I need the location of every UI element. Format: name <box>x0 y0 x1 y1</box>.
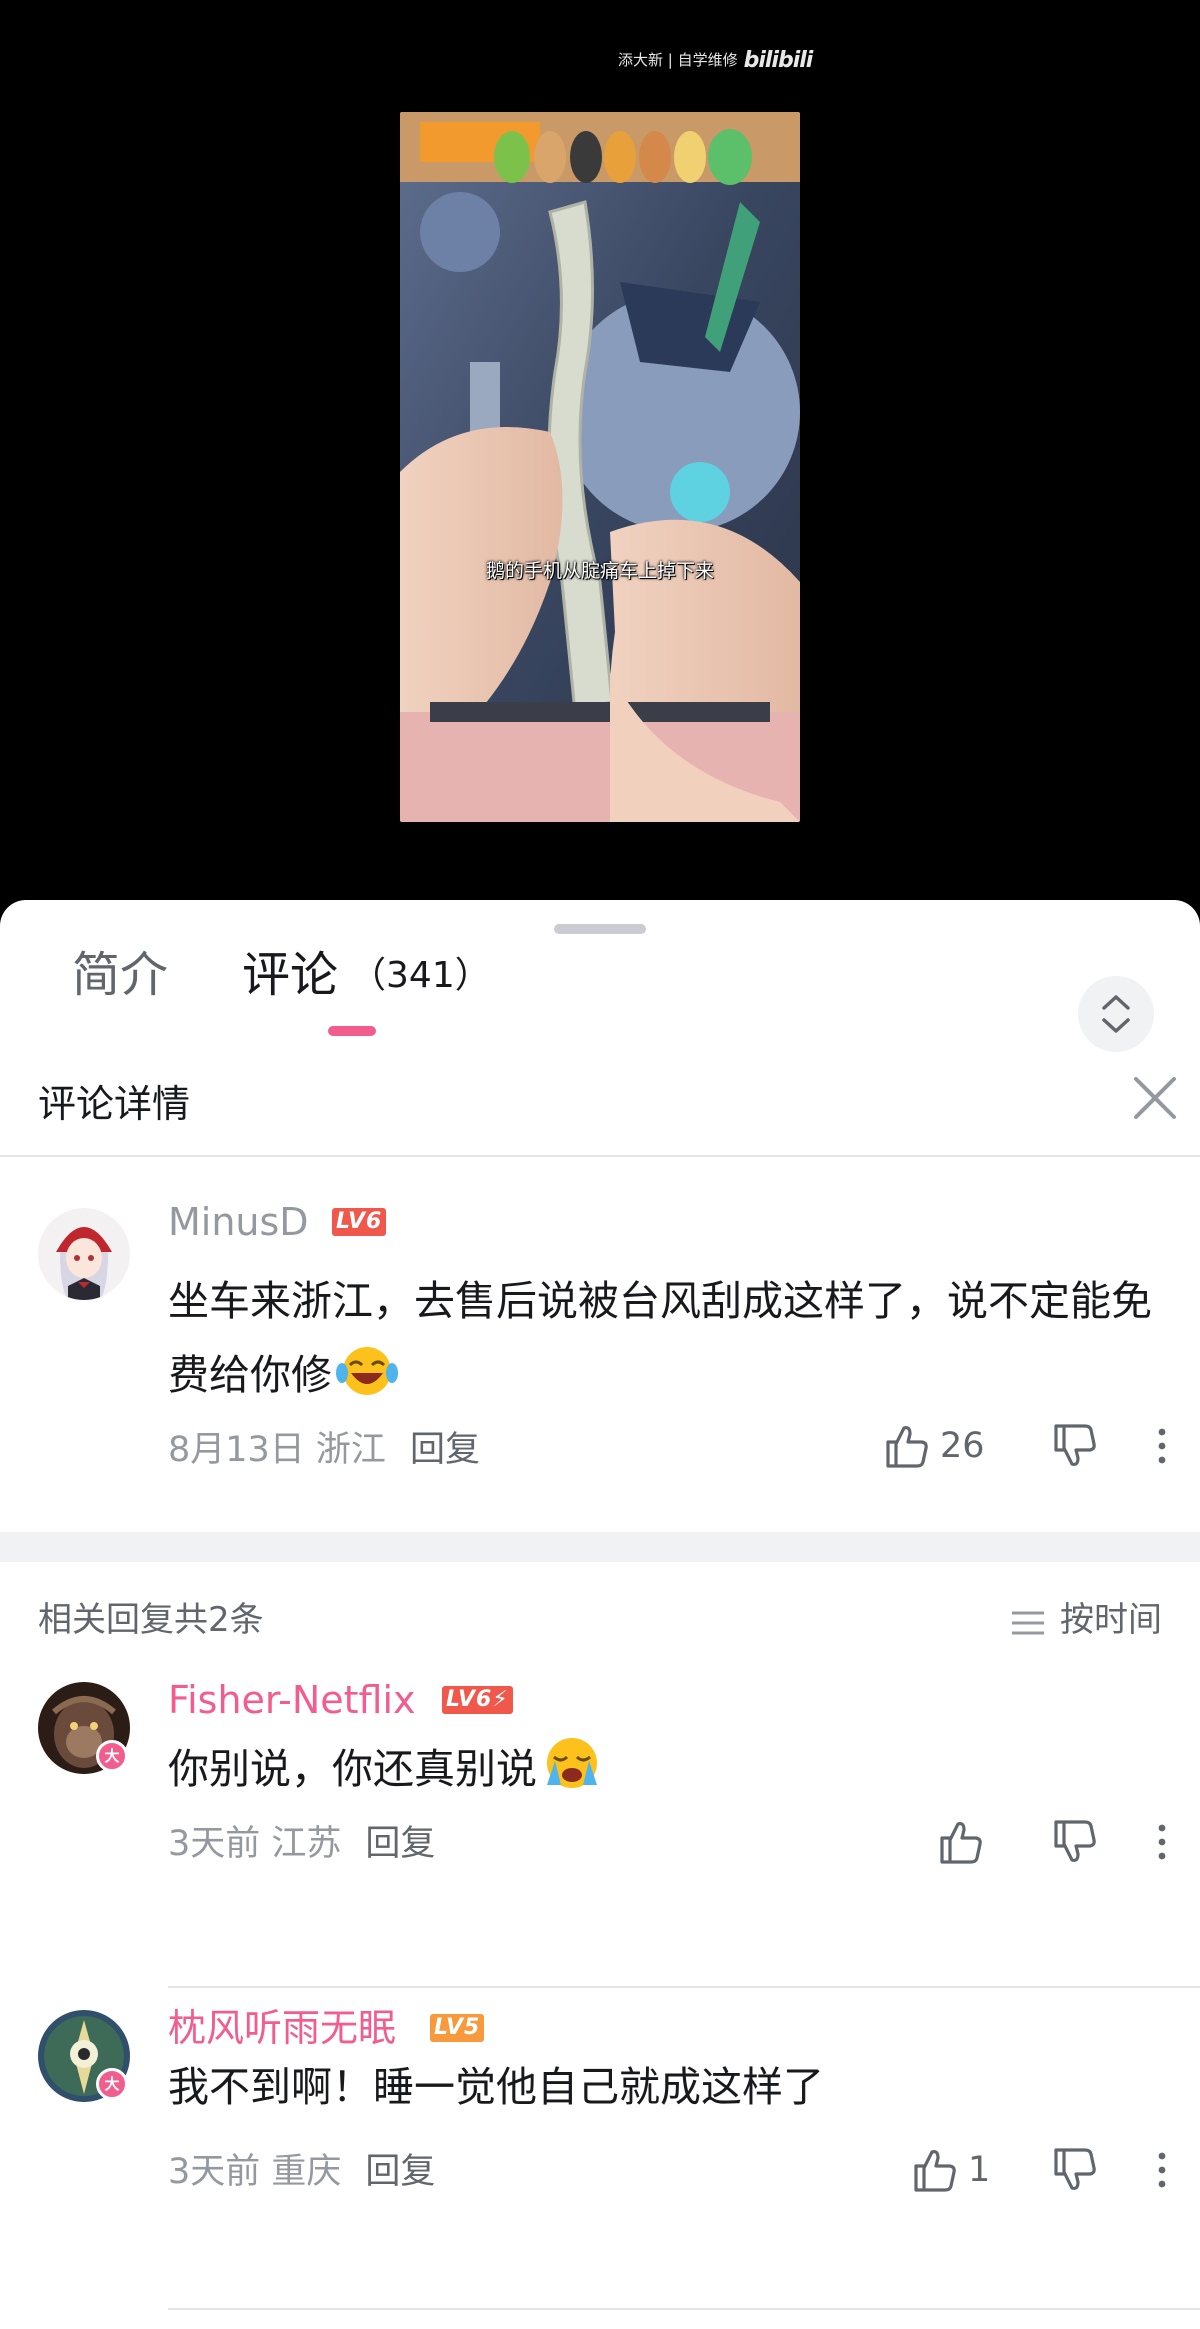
tab-comments-label: 评论 <box>242 947 339 1003</box>
watermark-text: 添大新 | 自学维修 <box>618 51 738 69</box>
bilibili-logo: bilibili <box>743 48 814 73</box>
reply-button[interactable]: 回复 <box>410 1430 480 1470</box>
dislike-icon[interactable] <box>1048 2144 1100 2196</box>
close-icon <box>1134 1077 1176 1119</box>
more-options-icon[interactable] <box>1154 2144 1170 2196</box>
comment-meta: 8月13日 浙江 回复 <box>168 1426 480 1474</box>
video-watermark: 添大新 | 自学维修 bilibili <box>618 48 814 73</box>
drag-handle[interactable] <box>554 924 646 934</box>
reply-meta: 3天前 重庆 回复 <box>168 2148 435 2196</box>
level-badge: LV6 <box>332 1208 387 1236</box>
dislike-icon[interactable] <box>1048 1420 1100 1472</box>
like-count: 26 <box>940 1426 985 1466</box>
video-player[interactable]: 添大新 | 自学维修 bilibili 鹅的手机从腚痛车上掉下来 <box>0 0 1200 905</box>
vip-badge: 大 <box>96 2068 128 2100</box>
active-tab-indicator <box>328 1026 376 1036</box>
avatar[interactable] <box>38 1208 130 1300</box>
close-button[interactable] <box>1130 1073 1180 1123</box>
video-frame[interactable] <box>400 112 800 822</box>
section-divider <box>0 1532 1200 1562</box>
reply-text: 你别说，你还真别说 <box>168 1745 537 1793</box>
reply-item: 大 Fisher-Netflix LV6⚡ 你别说，你还真别说 3天前 江苏 回复 <box>0 1678 1200 1902</box>
comments-count: （341） <box>350 955 491 996</box>
comment-username[interactable]: MinusD <box>168 1198 309 1246</box>
reply-item: 大 枕风听雨无眠 LV5 我不到啊！睡一觉他自己就成这样了 3天前 重庆 回复 1 <box>0 2006 1200 2230</box>
comment-detail-header: 评论详情 <box>0 1045 1200 1157</box>
related-replies-header: 相关回复共2条 按时间 <box>0 1562 1200 1662</box>
vip-badge: 大 <box>96 1740 128 1772</box>
tab-intro[interactable]: 简介 <box>72 938 168 1012</box>
level-badge: LV6⚡ <box>442 1686 513 1714</box>
dislike-icon[interactable] <box>1048 1816 1100 1868</box>
reply-date-location: 3天前 重庆 <box>168 2152 342 2192</box>
reply-meta: 3天前 江苏 回复 <box>168 1820 435 1868</box>
like-icon[interactable] <box>908 2144 960 2196</box>
comment-date-location: 8月13日 浙江 <box>168 1430 386 1470</box>
comment-text: 坐车来浙江，去售后说被台风刮成这样了，说不定能免费给你修 <box>168 1277 1152 1399</box>
video-subtitle: 鹅的手机从腚痛车上掉下来 <box>485 560 714 582</box>
avatar-image <box>38 1208 130 1300</box>
more-options-icon[interactable] <box>1154 1420 1170 1472</box>
tab-comments[interactable]: 评论 （341） <box>242 938 491 1013</box>
level-badge: LV5 <box>430 2014 485 2042</box>
crying-face-emoji-icon <box>547 1738 597 1788</box>
expand-collapse-button[interactable] <box>1078 976 1154 1052</box>
tab-bar: 简介 评论 （341） <box>0 938 1200 1052</box>
reply-username[interactable]: Fisher-Netflix <box>168 1676 416 1724</box>
reply-button[interactable]: 回复 <box>365 1824 435 1864</box>
reply-content: 你别说，你还真别说 <box>168 1732 1168 1806</box>
like-icon[interactable] <box>880 1420 932 1472</box>
reply-username[interactable]: 枕风听雨无眠 <box>168 2004 396 2052</box>
laughing-tears-emoji-icon <box>336 1347 398 1395</box>
comment-content: 坐车来浙江，去售后说被台风刮成这样了，说不定能免费给你修 <box>168 1264 1168 1412</box>
comment-panel: 简介 评论 （341） 评论详情 MinusD LV6 坐车来浙江，去售后说被台… <box>0 900 1200 2329</box>
related-replies-count: 相关回复共2条 <box>38 1600 264 1640</box>
page-title: 评论详情 <box>38 1082 191 1126</box>
reply-actions: 1 <box>880 2144 1200 2204</box>
reply-divider <box>168 2308 1200 2310</box>
reply-content: 我不到啊！睡一觉他自己就成这样了 <box>168 2050 1168 2124</box>
sort-list-icon <box>1012 1611 1044 1635</box>
reply-divider <box>168 1986 1200 1988</box>
comment-actions: 26 <box>880 1420 1200 1480</box>
reply-date-location: 3天前 江苏 <box>168 1824 342 1864</box>
video-still-image <box>400 112 800 822</box>
expand-collapse-icon <box>1102 995 1130 1033</box>
reply-text: 我不到啊！睡一觉他自己就成这样了 <box>168 2063 824 2111</box>
like-icon[interactable] <box>934 1816 986 1868</box>
sort-by-time-button[interactable]: 按时间 <box>1010 1592 1162 1641</box>
tab-intro-label: 简介 <box>72 947 169 1003</box>
reply-button[interactable]: 回复 <box>365 2152 435 2192</box>
sort-label: 按时间 <box>1060 1600 1162 1640</box>
like-count: 1 <box>968 2150 991 2190</box>
more-options-icon[interactable] <box>1154 1816 1170 1868</box>
reply-actions <box>880 1816 1200 1876</box>
main-comment: MinusD LV6 坐车来浙江，去售后说被台风刮成这样了，说不定能免费给你修 … <box>0 1158 1200 1528</box>
